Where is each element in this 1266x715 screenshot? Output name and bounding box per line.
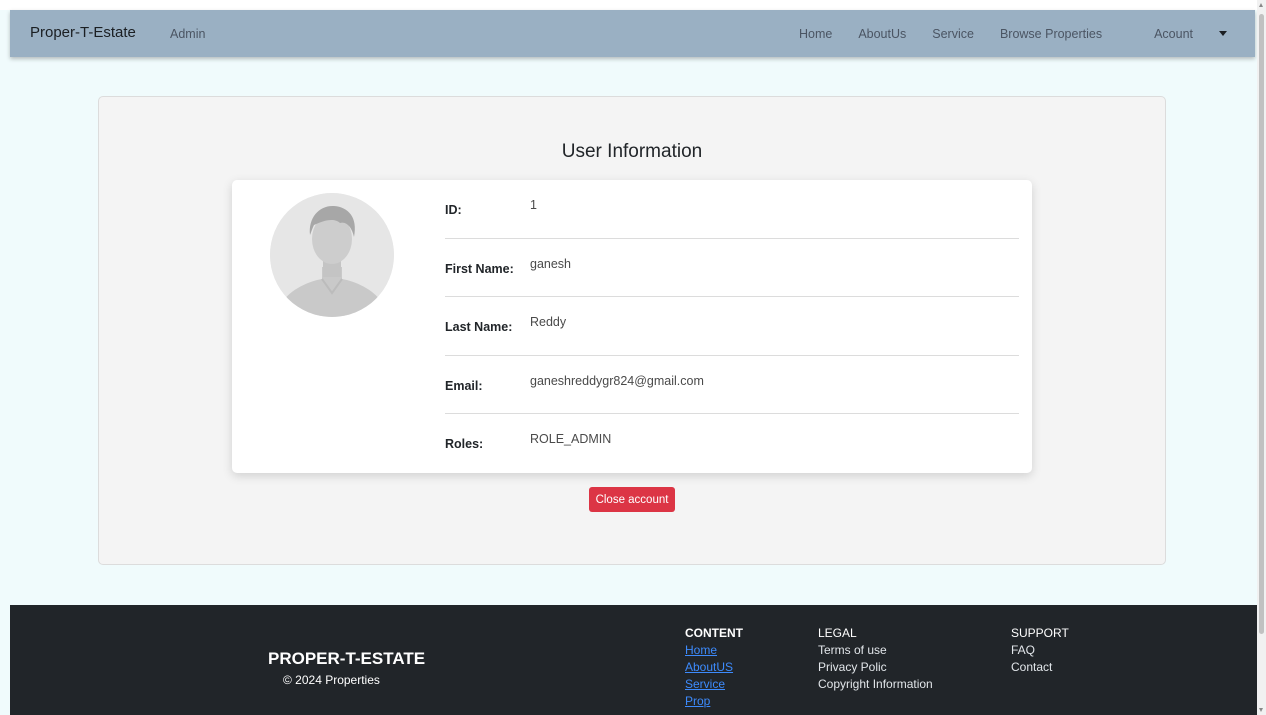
scroll-up-icon[interactable] (1259, 3, 1263, 7)
footer-faq[interactable]: FAQ (1011, 642, 1069, 659)
scrollbar-thumb[interactable] (1259, 14, 1264, 634)
top-strip (0, 0, 1266, 10)
field-row-roles: Roles: ROLE_ADMIN (445, 414, 1019, 473)
caret-down-icon (1219, 31, 1227, 36)
nav-aboutus[interactable]: AboutUs (858, 27, 906, 41)
field-label: Last Name: (445, 320, 513, 334)
field-value: Reddy (530, 315, 567, 329)
nav-account-dropdown[interactable]: Acount (1128, 27, 1227, 41)
close-account-button[interactable]: Close account (589, 487, 675, 512)
vertical-scrollbar[interactable] (1257, 0, 1266, 715)
field-row-email: Email: ganeshreddygr824@gmail.com (445, 356, 1019, 414)
nav-links: Home AboutUs Service Browse Properties A… (773, 27, 1227, 41)
field-row-first-name: First Name: ganesh (445, 239, 1019, 297)
footer-content-heading: CONTENT (685, 626, 743, 640)
page-title: User Information (561, 141, 703, 162)
nav-browse-properties[interactable]: Browse Properties (1000, 27, 1102, 41)
footer-legal-heading: LEGAL (818, 626, 857, 640)
user-info-card: ID: 1 First Name: ganesh Last Name: Redd… (232, 180, 1032, 473)
footer-link-properties[interactable]: Prop (685, 693, 743, 710)
field-row-last-name: Last Name: Reddy (445, 297, 1019, 356)
nav-service[interactable]: Service (932, 27, 974, 41)
footer-terms[interactable]: Terms of use (818, 642, 933, 659)
field-value: ganesh (530, 256, 572, 271)
field-value: 1 (530, 198, 537, 212)
footer-brand: PROPER-T-ESTATE (268, 649, 426, 668)
field-row-id: ID: 1 (445, 180, 1019, 239)
field-label: Email: (445, 378, 483, 393)
nav-admin-link[interactable]: Admin (170, 27, 205, 41)
user-fields: ID: 1 First Name: ganesh Last Name: Redd… (445, 180, 1019, 473)
footer-link-aboutus[interactable]: AboutUS (685, 659, 743, 676)
footer-copyright-info[interactable]: Copyright Information (818, 676, 933, 693)
footer-support-column: SUPPORT FAQ Contact (1011, 625, 1069, 676)
footer-contact[interactable]: Contact (1011, 659, 1069, 676)
footer-support-heading: SUPPORT (1011, 626, 1069, 640)
footer: PROPER-T-ESTATE © 2024 Properties CONTEN… (10, 605, 1257, 715)
field-label: ID: (445, 203, 462, 217)
footer-legal-column: LEGAL Terms of use Privacy Polic Copyrig… (818, 625, 933, 693)
footer-privacy[interactable]: Privacy Polic (818, 659, 933, 676)
navbar-brand[interactable]: Proper-T-Estate (30, 24, 136, 41)
footer-content-column: CONTENT Home AboutUS Service Prop (685, 625, 743, 710)
footer-link-service[interactable]: Service (685, 676, 743, 693)
navbar: Proper-T-Estate Admin Home AboutUs Servi… (10, 10, 1255, 57)
nav-home[interactable]: Home (799, 27, 832, 41)
footer-copyright: © 2024 Properties (283, 673, 380, 687)
footer-link-home[interactable]: Home (685, 642, 743, 659)
nav-account-label: Acount (1154, 27, 1193, 41)
field-value: ganeshreddygr824@gmail.com (530, 373, 704, 388)
user-info-panel: User Information ID: 1 First Name: ganes… (98, 96, 1166, 565)
field-label: Roles: (445, 437, 484, 451)
scroll-down-icon[interactable] (1259, 708, 1263, 712)
field-label: First Name: (445, 261, 514, 276)
avatar-icon (270, 193, 394, 317)
field-value: ROLE_ADMIN (530, 432, 612, 446)
